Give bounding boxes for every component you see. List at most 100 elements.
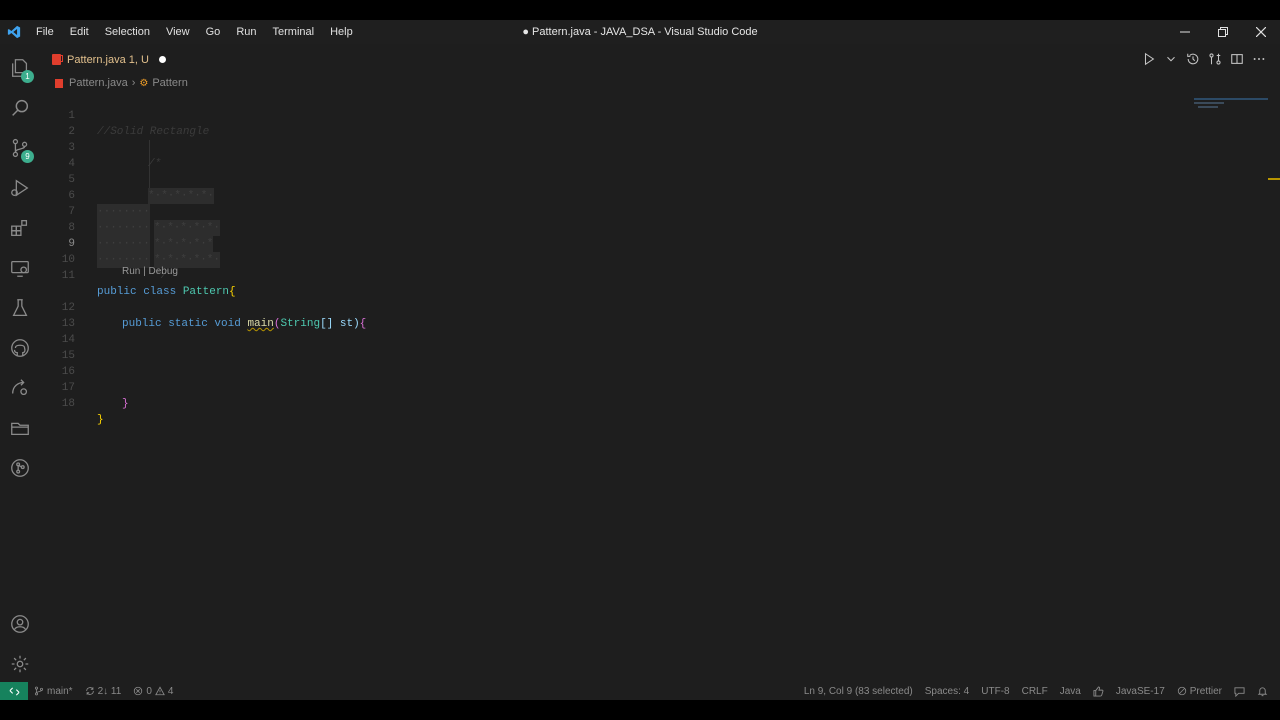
accounts-icon[interactable] — [0, 604, 40, 644]
code-line: 1 //Solid Rectangle — [40, 92, 209, 138]
code-line: 6 ········ *·*·*·*·*· — [40, 172, 221, 236]
line-text: //Solid Rectangle — [97, 126, 210, 138]
line-text: } — [122, 398, 129, 410]
vscode-window: File Edit Selection View Go Run Terminal… — [0, 20, 1280, 700]
remote-explorer-icon[interactable] — [0, 248, 40, 288]
line-number: 18 — [61, 398, 75, 410]
menu-help[interactable]: Help — [322, 20, 361, 44]
menu-bar: File Edit Selection View Go Run Terminal… — [28, 20, 361, 44]
encoding[interactable]: UTF-8 — [975, 682, 1015, 700]
settings-gear-icon[interactable] — [0, 644, 40, 684]
code-line: 4 — [40, 140, 80, 170]
timeline-history-icon[interactable] — [1184, 50, 1202, 68]
letterbox-bottom — [0, 700, 1280, 720]
breadcrumb-file[interactable]: Pattern.java — [69, 77, 128, 89]
code-line: 17 } — [40, 364, 129, 410]
explorer-badge: 1 — [21, 70, 34, 83]
search-icon[interactable] — [0, 88, 40, 128]
line-number: 11 — [61, 270, 75, 282]
unsaved-dot-icon[interactable] — [158, 56, 166, 63]
explorer-icon[interactable]: 1 — [0, 48, 40, 88]
line-text: ········ — [97, 236, 150, 252]
more-actions-icon[interactable] — [1250, 50, 1268, 68]
breadcrumb-symbol[interactable]: Pattern — [152, 77, 187, 89]
code-line: 12 public static void main(String[] st){ — [40, 284, 366, 330]
code-line: 18 } — [40, 380, 104, 426]
restore-button[interactable] — [1204, 20, 1242, 44]
split-editor-icon[interactable] — [1228, 50, 1246, 68]
class-symbol-icon: ⚙ — [139, 77, 149, 89]
brace: { — [359, 318, 367, 330]
extensions-icon[interactable] — [0, 208, 40, 248]
language-mode[interactable]: Java — [1054, 682, 1087, 700]
code-line: 7 ········ *·*·*·*·* — [40, 188, 214, 252]
chevron-right-icon: › — [131, 77, 136, 89]
problems-status[interactable]: 0 4 — [127, 682, 179, 700]
minimize-button[interactable] — [1166, 20, 1204, 44]
vertical-scrollbar[interactable] — [1268, 92, 1280, 686]
git-graph-icon[interactable] — [0, 448, 40, 488]
minimap[interactable] — [1194, 96, 1268, 110]
feedback-icon[interactable] — [1228, 682, 1251, 700]
line-text: *·*·*·*·*· — [148, 188, 215, 204]
menu-selection[interactable]: Selection — [97, 20, 158, 44]
project-manager-icon[interactable] — [0, 408, 40, 448]
line-text: public static void main(String[] st){ — [122, 316, 366, 332]
warning-count: 4 — [167, 685, 174, 697]
code-line: 15 — [40, 332, 80, 362]
line-text: } — [97, 414, 104, 426]
code-line: 9 ········ — [40, 220, 150, 268]
code-line: 16 — [40, 348, 80, 378]
code-line: 5 *·*·*·*·*· — [40, 156, 215, 204]
testing-icon[interactable] — [0, 288, 40, 328]
sync-status[interactable]: 2↓ 11 — [79, 682, 128, 700]
java-runtime[interactable]: JavaSE-17 — [1110, 682, 1171, 700]
code-line: 3 /* — [40, 124, 161, 170]
code-line: 13 — [40, 300, 80, 330]
prettier-status[interactable]: Prettier — [1171, 682, 1228, 700]
editor-actions — [1140, 44, 1268, 74]
source-control-icon[interactable]: 9 — [0, 128, 40, 168]
live-share-icon[interactable] — [0, 368, 40, 408]
close-button[interactable] — [1242, 20, 1280, 44]
java-file-icon — [52, 54, 63, 65]
vscode-logo-icon — [0, 20, 28, 44]
run-dropdown-chevron-down-icon[interactable] — [1162, 50, 1180, 68]
code-line: 14 — [40, 316, 80, 346]
sync-count: 2↓ 11 — [97, 685, 122, 697]
title-bar: File Edit Selection View Go Run Terminal… — [0, 20, 1280, 44]
line-text: *·*·*·*·* — [154, 236, 214, 252]
tab-pattern-java[interactable]: Pattern.java 1, U — [40, 44, 168, 74]
menu-go[interactable]: Go — [198, 20, 229, 44]
status-bar: main* 2↓ 11 0 4 Ln 9, Col 9 (83 selected… — [0, 682, 1280, 700]
thumbs-up-icon[interactable] — [1087, 682, 1110, 700]
error-count: 0 — [146, 685, 152, 697]
codelens-run-debug[interactable]: Run | Debug — [122, 266, 178, 277]
type-name: String — [280, 318, 321, 330]
minimap-line — [1198, 106, 1218, 108]
editor-tabs: Pattern.java 1, U — [40, 44, 1280, 74]
line-text: /* — [148, 158, 162, 170]
code-editor[interactable]: 1 //Solid Rectangle 2 3 /* 4 5 *·*·*·*·*… — [40, 92, 1268, 686]
code-line: 11 public class Pattern{ — [40, 252, 236, 298]
remote-indicator-icon[interactable] — [0, 682, 28, 700]
github-icon[interactable] — [0, 328, 40, 368]
run-java-icon[interactable] — [1140, 50, 1158, 68]
menu-edit[interactable]: Edit — [62, 20, 97, 44]
code-line: 8 ········ *·*·*·*·*· — [40, 204, 221, 268]
code-line: 2 — [40, 108, 80, 138]
menu-run[interactable]: Run — [228, 20, 264, 44]
notifications-bell-icon[interactable] — [1251, 682, 1274, 700]
branch-status[interactable]: main* — [28, 682, 79, 700]
breadcrumb: Pattern.java › ⚙ Pattern — [40, 74, 188, 92]
code-line: 10 */ — [40, 236, 167, 282]
cursor-position[interactable]: Ln 9, Col 9 (83 selected) — [798, 682, 919, 700]
end-of-line[interactable]: CRLF — [1016, 682, 1054, 700]
menu-file[interactable]: File — [28, 20, 62, 44]
menu-view[interactable]: View — [158, 20, 198, 44]
open-changes-icon[interactable] — [1206, 50, 1224, 68]
menu-terminal[interactable]: Terminal — [265, 20, 323, 44]
indentation[interactable]: Spaces: 4 — [919, 682, 975, 700]
minimap-slider — [1194, 98, 1268, 100]
run-debug-icon[interactable] — [0, 168, 40, 208]
